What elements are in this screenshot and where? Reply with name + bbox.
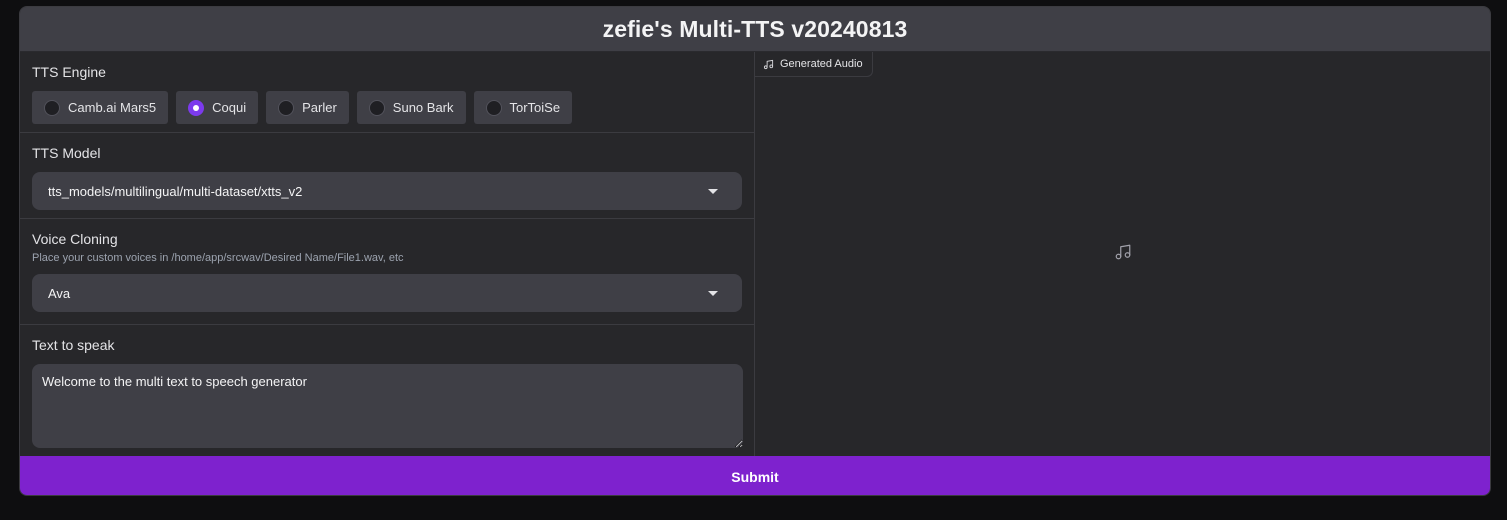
engine-option-label: Suno Bark [392,100,454,115]
engine-option-label: Parler [302,100,337,115]
app-container: zefie's Multi-TTS v20240813 TTS Engine C… [19,6,1491,496]
engine-option-suno-bark[interactable]: Suno Bark [356,91,466,124]
engine-option-coqui[interactable]: Coqui [176,91,259,124]
tts-engine-label: TTS Engine [32,64,106,80]
radio-unchecked-icon[interactable] [278,99,295,116]
engine-option-label: Camb.ai Mars5 [68,100,157,115]
input-column: TTS Engine Camb.ai Mars5 Coqui Parler Su… [20,52,755,456]
engine-option-tortoise[interactable]: TorToiSe [473,91,573,124]
voice-cloning-label: Voice Cloning [32,231,118,247]
engine-option-label: TorToiSe [509,100,561,115]
radio-unchecked-icon[interactable] [368,99,385,116]
voice-cloning-dropdown[interactable]: Ava [32,274,742,312]
text-to-speak-input[interactable]: Welcome to the multi text to speech gene… [32,364,743,448]
tts-engine-section: TTS Engine Camb.ai Mars5 Coqui Parler Su… [20,52,754,133]
submit-button[interactable]: Submit [20,456,1490,495]
chevron-down-icon[interactable] [708,290,718,296]
text-to-speak-label: Text to speak [32,337,115,353]
tts-model-section: TTS Model tts_models/multilingual/multi-… [20,133,754,219]
main-content: TTS Engine Camb.ai Mars5 Coqui Parler Su… [20,52,1490,456]
text-to-speak-section: Text to speak Welcome to the multi text … [20,325,754,456]
output-column: Generated Audio [755,52,1490,456]
music-note-icon [1114,243,1132,266]
chevron-down-icon[interactable] [708,188,718,194]
tts-model-dropdown[interactable]: tts_models/multilingual/multi-dataset/xt… [32,172,742,210]
voice-cloning-hint: Place your custom voices in /home/app/sr… [32,252,404,264]
engine-option-cambai-mars5[interactable]: Camb.ai Mars5 [32,91,169,124]
tts-model-value: tts_models/multilingual/multi-dataset/xt… [48,183,303,199]
title-bar: zefie's Multi-TTS v20240813 [20,7,1490,52]
page-title: zefie's Multi-TTS v20240813 [602,15,908,42]
voice-cloning-section: Voice Cloning Place your custom voices i… [20,219,754,325]
voice-cloning-value: Ava [48,285,71,301]
engine-option-parler[interactable]: Parler [266,91,349,124]
tts-model-label: TTS Model [32,145,101,161]
engine-option-label: Coqui [212,100,247,115]
tts-engine-radio-group: Camb.ai Mars5 Coqui Parler Suno Bark Tor… [32,91,742,124]
radio-unchecked-icon[interactable] [44,99,60,116]
radio-unchecked-icon[interactable] [485,99,502,116]
radio-checked-icon[interactable] [188,99,205,116]
audio-output-placeholder [755,52,1490,456]
